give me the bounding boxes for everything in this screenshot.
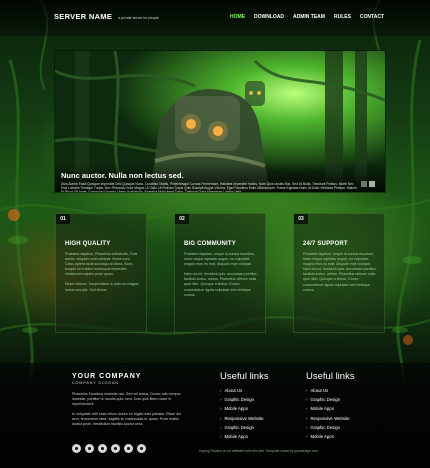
feature-card-2: 02 BIG COMMUNITY Praesent dapibus, neque… [174,213,266,333]
footer-credit: Hoping Studios is not affiliated with th… [199,449,319,453]
slider-dot-active[interactable] [369,181,375,187]
site-header: SERVER NAME a private server for people … [0,0,430,36]
footer-link[interactable]: Responsive Website [220,416,269,425]
feature-text: Praesent dapibus, neque id cursus faucib… [184,252,260,298]
feature-title: 24/7 SUPPORT [303,241,348,247]
feature-paragraph: Etiam ultrices. Suspendisse in justo eu … [65,282,139,292]
company-text: Phasellus Faucibus molestie nisl. Sed ve… [72,392,182,428]
company-paragraph: In voluptate velit esse cillum dolore eu… [72,412,182,427]
company-paragraph: Phasellus Faucibus molestie nisl. Sed ve… [72,392,181,407]
feature-paragraph: Praesent dapibus, neque id cursus faucib… [184,252,255,267]
footer-link[interactable]: Graphic Design [306,397,355,406]
footer-link[interactable]: Graphic Design [306,425,355,434]
discord-icon[interactable] [137,444,146,453]
brand-slogan: a private server for people [118,16,159,20]
footer-link[interactable]: Mobile Apps [306,434,355,443]
feature-text: Praesent dapibus, Phasellus sollicitudin… [65,252,141,293]
creature-background [245,81,265,106]
footer-link[interactable]: Mobile Apps [220,434,269,443]
slider-dot[interactable] [361,181,367,187]
social-links [72,444,146,453]
hero-title: Nunc auctor. Nulla non lectus sed. [61,171,184,180]
feature-paragraph: Praesent dapibus, neque id cursus faucib… [303,252,377,292]
hero-slider[interactable]: Nunc auctor. Nulla non lectus sed. Duis … [54,50,386,193]
feature-title: BIG COMMUNITY [184,241,236,247]
youtube-icon[interactable] [111,444,120,453]
feature-number: 01 [56,214,70,224]
footer-link[interactable]: Graphic Design [220,425,269,434]
feature-number: 03 [294,214,308,224]
nav-contact[interactable]: CONTACT [360,14,384,20]
company-name: YOUR COMPANY [72,373,142,380]
footer-link[interactable]: Responsive Website [306,416,355,425]
nav-download[interactable]: DOWNLOAD [254,14,284,20]
feature-number: 02 [175,214,189,224]
nav-rules[interactable]: RULES [334,14,351,20]
footer-link[interactable]: Mobile Apps [306,406,355,415]
main-nav: HOME DOWNLOAD ADMIN TEAM RULES CONTACT [230,14,384,20]
footer-link[interactable]: Mobile Apps [220,406,269,415]
links-list: About Us Graphic Design Mobile Apps Resp… [220,388,269,443]
links-list: About Us Graphic Design Mobile Apps Resp… [306,388,355,443]
footer-link[interactable]: About Us [220,388,269,397]
feature-title: HIGH QUALITY [65,241,111,247]
useful-links-1: Useful links About Us Graphic Design Mob… [220,371,269,443]
feature-card-3: 03 24/7 SUPPORT Praesent dapibus, neque … [293,213,385,333]
twitch-icon[interactable] [124,444,133,453]
feature-text: Praesent dapibus, neque id cursus faucib… [303,252,379,293]
brand[interactable]: SERVER NAME a private server for people [54,12,159,21]
feature-paragraph: Praesent dapibus, Phasellus sollicitudin… [65,252,138,277]
company-info: YOUR COMPANY COMPANY SLOGAN Phasellus Fa… [72,373,182,428]
instagram-icon[interactable] [98,444,107,453]
useful-links-2: Useful links About Us Graphic Design Mob… [306,371,355,443]
hero-text: Duis Autem Facili Quisque Imperdiet Deo … [61,182,357,193]
links-title: Useful links [220,371,269,382]
brand-name: SERVER NAME [54,12,113,21]
twitter-icon[interactable] [85,444,94,453]
nav-admin-team[interactable]: ADMIN TEAM [293,14,325,20]
facebook-icon[interactable] [72,444,81,453]
nav-home[interactable]: HOME [230,14,245,20]
feature-paragraph: Nam dui mi, tincidunt quis, accumsan por… [184,272,258,297]
company-slogan: COMPANY SLOGAN [72,381,119,385]
links-title: Useful links [306,371,355,382]
slider-dots [361,181,375,187]
feature-card-1: 01 HIGH QUALITY Praesent dapibus, Phasel… [55,213,147,333]
footer-link[interactable]: Graphic Design [220,397,269,406]
footer-link[interactable]: About Us [306,388,355,397]
